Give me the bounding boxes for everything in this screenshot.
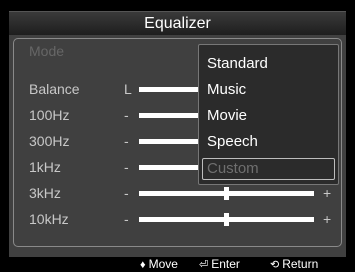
band-1khz-label: 1kHz [29,159,61,175]
hint-enter-label: Enter [211,257,240,271]
band-3khz-row[interactable]: 3kHz - + [29,183,344,203]
hint-return: ⟲ Return [270,258,318,272]
dropdown-option-custom[interactable]: Custom [202,158,335,180]
band-1khz-minus: - [124,159,129,175]
band-100hz-minus: - [124,107,129,123]
hint-move: ♦ Move [140,258,178,272]
mode-label: Mode [29,43,65,59]
hint-enter: ⏎ Enter [199,258,240,272]
balance-left-sign: L [124,81,132,97]
band-10khz-label: 10kHz [29,211,69,227]
return-icon: ⟲ [270,259,280,271]
band-3khz-plus: + [323,185,332,201]
balance-label: Balance [29,81,80,97]
enter-icon: ⏎ [199,259,209,271]
band-300hz-label: 300Hz [29,133,70,149]
band-10khz-minus: - [124,211,129,227]
band-10khz-slider-knob[interactable] [224,213,229,226]
equalizer-screen: Equalizer Mode : Balance L 100Hz - 300Hz… [0,0,355,271]
dropdown-option-music[interactable]: Music [205,79,335,101]
hint-move-label: Move [148,257,178,271]
window-title: Equalizer [9,11,346,35]
dropdown-option-standard[interactable]: Standard [205,53,335,75]
band-10khz-row[interactable]: 10kHz - + [29,209,344,229]
band-3khz-slider-knob[interactable] [224,187,229,200]
band-3khz-minus: - [124,185,129,201]
footer-hints: ♦ Move ⏎ Enter ⟲ Return [0,257,355,272]
band-300hz-minus: - [124,133,129,149]
mode-dropdown-menu: Standard Music Movie Speech Custom [198,44,339,185]
dropdown-option-movie[interactable]: Movie [205,105,335,127]
dropdown-option-speech[interactable]: Speech [205,131,335,153]
band-10khz-plus: + [323,211,332,227]
band-3khz-label: 3kHz [29,185,61,201]
hint-return-label: Return [282,257,319,271]
band-100hz-label: 100Hz [29,107,70,123]
updown-icon: ♦ [140,259,146,271]
